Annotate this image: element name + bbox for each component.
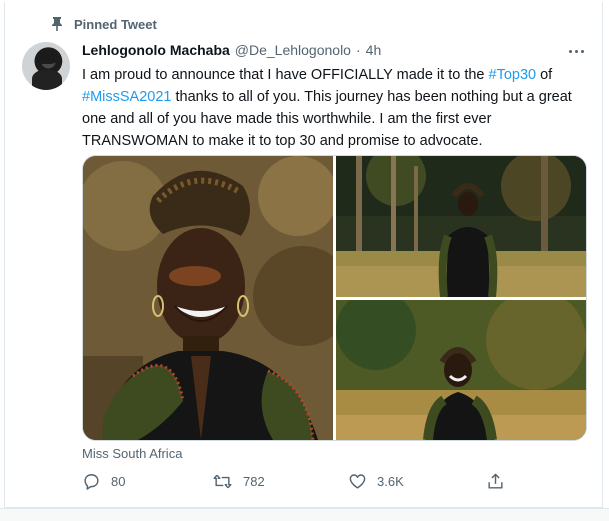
photo-portrait-smiling[interactable] — [83, 156, 333, 440]
tweet-time[interactable]: 4h — [366, 42, 382, 58]
media-grid — [82, 155, 587, 441]
hashtag-top30[interactable]: #Top30 — [489, 67, 537, 83]
tweet-line-2: #MissSA2021 thanks to all of you. This j… — [82, 86, 590, 108]
media-source-label[interactable]: Miss South Africa — [82, 446, 182, 461]
next-item-divider — [0, 508, 609, 521]
photo-standing-forest[interactable] — [336, 156, 586, 297]
pinned-label: Pinned Tweet — [74, 16, 157, 32]
like-count: 3.6K — [377, 474, 404, 489]
tweet-text: I am proud to announce that I have OFFIC… — [82, 64, 590, 152]
reply-button[interactable]: 80 — [82, 472, 125, 491]
share-button[interactable] — [486, 472, 505, 491]
reply-icon — [84, 474, 99, 490]
reply-count: 80 — [111, 474, 126, 489]
like-button[interactable]: 3.6K — [348, 472, 404, 491]
author-name[interactable]: Lehlogonolo Machaba — [82, 42, 230, 58]
author-handle[interactable]: @De_Lehlogonolo — [235, 42, 351, 58]
tweet-actions: 80 782 3.6K — [82, 472, 505, 494]
retweet-icon — [213, 474, 232, 489]
tweet-text-segment: I am proud to announce that I have OFFIC… — [82, 67, 489, 83]
tweet-text-segment: thanks to all of you. This journey has b… — [171, 89, 572, 105]
photo-smiling-field[interactable] — [336, 300, 586, 440]
more-icon[interactable] — [566, 44, 586, 58]
tweet-line-4: TRANSWOMAN to make it to top 30 and prom… — [82, 133, 483, 149]
pinned-header: Pinned Tweet — [50, 14, 157, 34]
retweet-button[interactable]: 782 — [212, 472, 265, 491]
share-icon — [488, 473, 503, 489]
tweet-text-segment: of — [536, 67, 553, 83]
retweet-count: 782 — [243, 474, 265, 489]
tweet-line-3: one and all of you have made this worthw… — [82, 111, 492, 127]
separator-dot: · — [355, 42, 361, 58]
tweet-line-1: I am proud to announce that I have OFFIC… — [82, 64, 590, 86]
heart-icon — [349, 474, 366, 489]
avatar[interactable] — [22, 42, 70, 90]
tweet-header: Lehlogonolo Machaba @De_Lehlogonolo · 4h — [82, 42, 381, 62]
pin-icon — [52, 17, 62, 31]
hashtag-misssa2021[interactable]: #MissSA2021 — [82, 89, 171, 105]
